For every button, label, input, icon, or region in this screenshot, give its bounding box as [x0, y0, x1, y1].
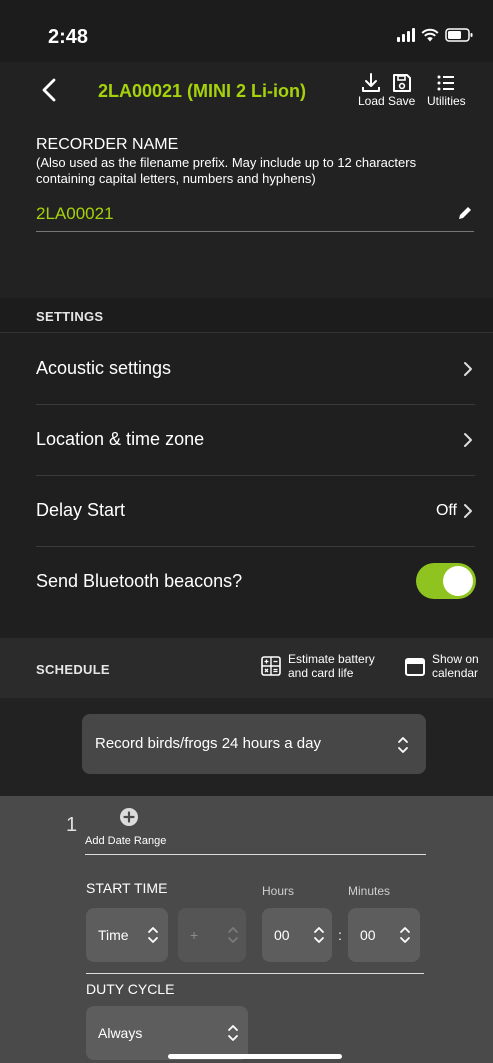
chevron-right-icon — [464, 362, 472, 376]
delay-start-label: Delay Start — [36, 500, 126, 520]
add-date-range-label[interactable]: Add Date Range — [85, 835, 166, 847]
show-calendar-button[interactable]: Show on calendar — [404, 652, 479, 680]
time-reference-select[interactable]: Time — [86, 908, 168, 962]
time-reference-value: Time — [98, 927, 129, 943]
estimate-battery-line1: Estimate battery — [288, 652, 375, 666]
date-range-underline — [85, 854, 426, 855]
settings-title: SETTINGS — [36, 309, 104, 324]
start-time-underline — [86, 973, 424, 974]
floppy-disk-icon — [392, 74, 411, 92]
chevron-updown-icon — [228, 927, 238, 943]
settings-section-header: SETTINGS — [0, 298, 493, 333]
recorder-name-hint: (Also used as the filename prefix. May i… — [36, 155, 417, 186]
offset-sign-select: + — [178, 908, 246, 962]
bluetooth-beacons-row: Send Bluetooth beacons? — [0, 547, 493, 637]
utilities-label: Utilities — [427, 94, 466, 108]
estimate-battery-button[interactable]: Estimate battery and card life — [260, 652, 375, 680]
recorder-name-section: RECORDER NAME (Also used as the filename… — [0, 118, 493, 298]
chevron-updown-icon — [314, 927, 324, 943]
calendar-icon — [405, 658, 425, 676]
page-title: 2LA00021 (MINI 2 Li-ion) — [98, 81, 307, 101]
input-underline — [36, 231, 474, 232]
location-timezone-row[interactable]: Location & time zone — [0, 405, 493, 476]
schedule-section-header: SCHEDULE Estimate battery and card life … — [0, 638, 493, 698]
hours-select[interactable]: 00 — [262, 908, 332, 962]
chevron-right-icon — [464, 504, 472, 518]
bluetooth-beacons-label: Send Bluetooth beacons? — [36, 571, 243, 591]
status-time: 2:48 — [48, 26, 89, 48]
schedule-preset-select[interactable]: Record birds/frogs 24 hours a day — [82, 714, 426, 774]
calculator-icon — [261, 656, 281, 676]
duty-cycle-select[interactable]: Always — [86, 1006, 248, 1060]
load-label: Load — [358, 94, 385, 108]
back-chevron-icon[interactable] — [36, 76, 64, 104]
schedule-title: SCHEDULE — [36, 662, 110, 677]
duty-cycle-value: Always — [98, 1025, 143, 1041]
plus-circle-icon[interactable] — [120, 808, 138, 826]
start-time-label: START TIME — [86, 880, 168, 896]
load-button[interactable]: Load — [358, 72, 385, 108]
show-calendar-line2: calendar — [432, 666, 479, 680]
wifi-icon — [421, 28, 439, 42]
home-indicator — [168, 1054, 342, 1059]
duty-cycle-label: DUTY CYCLE — [86, 981, 175, 997]
schedule-preset-value: Record birds/frogs 24 hours a day — [95, 735, 321, 752]
status-bar: 2:48 — [0, 0, 493, 62]
signal-icon — [397, 28, 415, 42]
battery-icon — [445, 28, 473, 42]
hours-value: 00 — [274, 927, 290, 943]
location-timezone-label: Location & time zone — [36, 429, 205, 449]
bluetooth-beacons-toggle[interactable] — [416, 563, 476, 599]
chevron-updown-icon — [398, 737, 408, 753]
delay-start-value: Off — [435, 502, 457, 519]
nav-bar: 2LA00021 (MINI 2 Li-ion) Load Save Utili… — [0, 62, 493, 118]
period-number: 1 — [66, 814, 78, 836]
offset-sign-value: + — [190, 927, 199, 943]
estimate-battery-line2: and card life — [288, 666, 354, 680]
minutes-select[interactable]: 00 — [348, 908, 420, 962]
save-label: Save — [388, 94, 416, 108]
pencil-icon[interactable] — [456, 204, 474, 222]
save-button[interactable]: Save — [388, 72, 415, 108]
list-icon — [437, 75, 455, 91]
recorder-name-label: RECORDER NAME — [36, 136, 179, 153]
delay-start-row[interactable]: Delay Start Off — [0, 476, 493, 547]
show-calendar-line1: Show on — [432, 652, 479, 666]
chevron-right-icon — [464, 433, 472, 447]
chevron-updown-icon — [228, 1025, 238, 1041]
recorder-name-input[interactable]: 2LA00021 — [36, 204, 114, 224]
download-icon — [362, 73, 381, 92]
chevron-updown-icon — [400, 927, 410, 943]
status-icons — [397, 28, 473, 42]
time-separator: : — [338, 927, 342, 943]
minutes-label: Minutes — [348, 884, 391, 898]
toggle-knob — [443, 566, 473, 596]
schedule-body: Record birds/frogs 24 hours a day — [0, 698, 493, 796]
schedule-period-panel: 1 Add Date Range START TIME Hours Minute… — [0, 796, 493, 1063]
chevron-updown-icon — [148, 927, 158, 943]
acoustic-settings-row[interactable]: Acoustic settings — [0, 334, 493, 405]
minutes-value: 00 — [360, 927, 376, 943]
utilities-button[interactable]: Utilities — [427, 72, 466, 108]
acoustic-settings-label: Acoustic settings — [36, 358, 172, 378]
hours-label: Hours — [262, 884, 295, 898]
